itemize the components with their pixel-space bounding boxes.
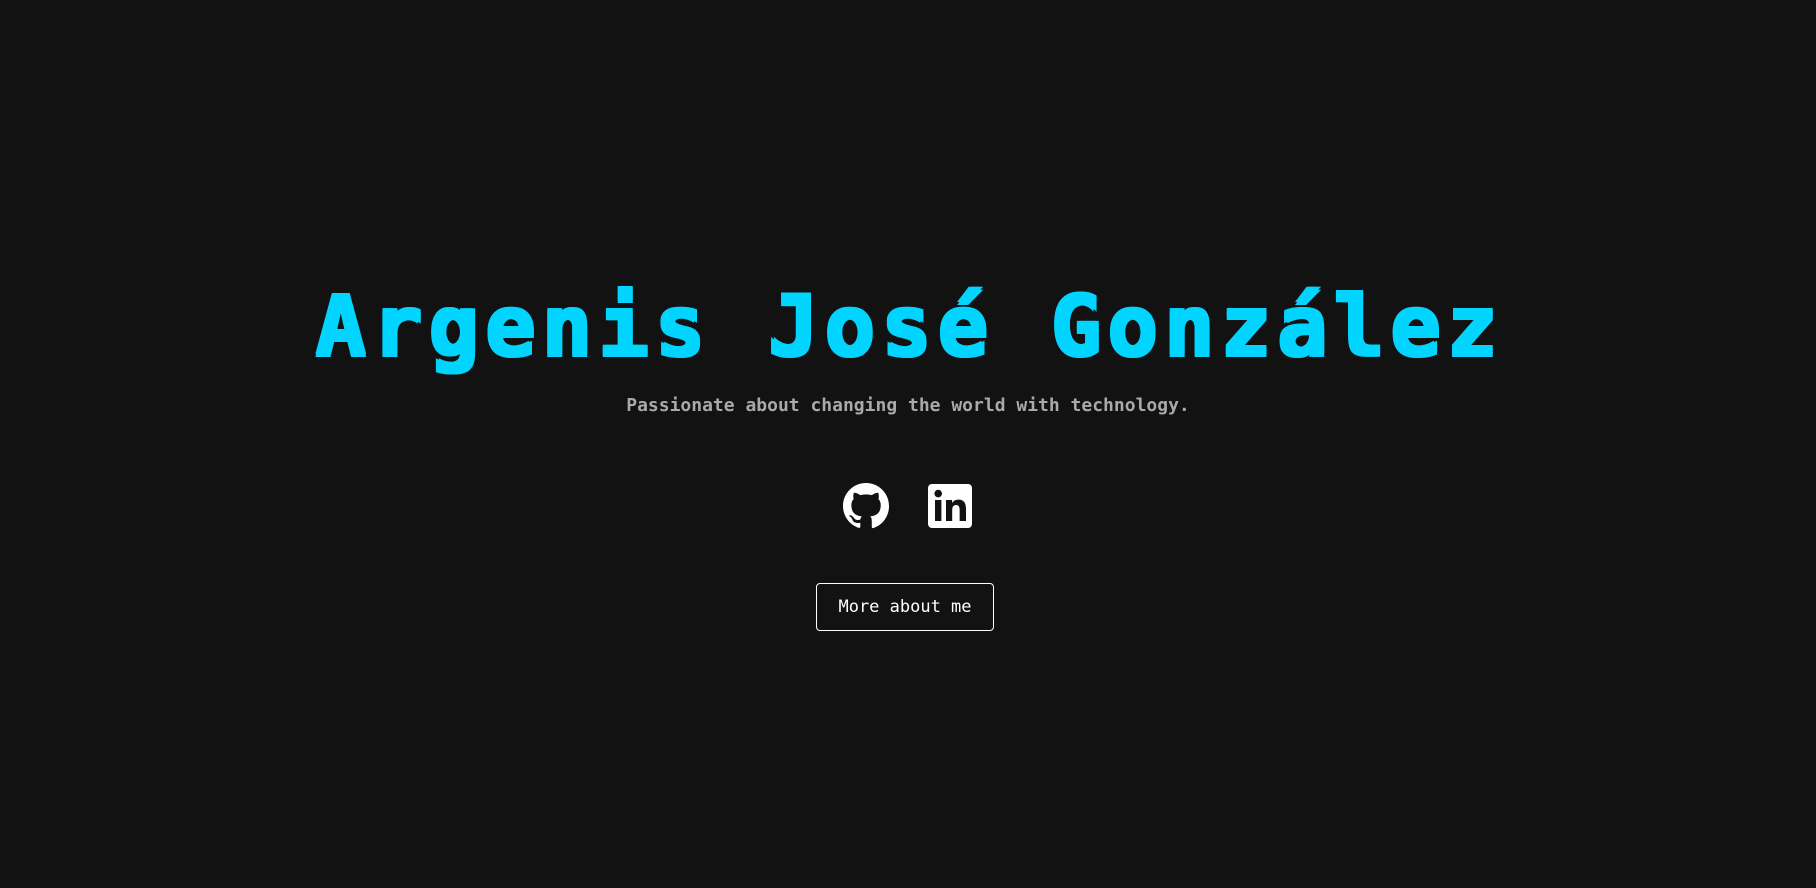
linkedin-link[interactable] <box>926 482 974 530</box>
linkedin-icon <box>928 484 972 528</box>
hero-tagline: Passionate about changing the world with… <box>626 395 1190 416</box>
hero-section: Argenis José González Passionate about c… <box>0 0 1816 888</box>
social-links <box>0 482 1816 530</box>
github-icon <box>843 483 890 529</box>
github-link[interactable] <box>842 482 890 530</box>
hero-name-heading: Argenis José González <box>313 276 1503 374</box>
more-about-me-button[interactable]: More about me <box>816 583 994 631</box>
